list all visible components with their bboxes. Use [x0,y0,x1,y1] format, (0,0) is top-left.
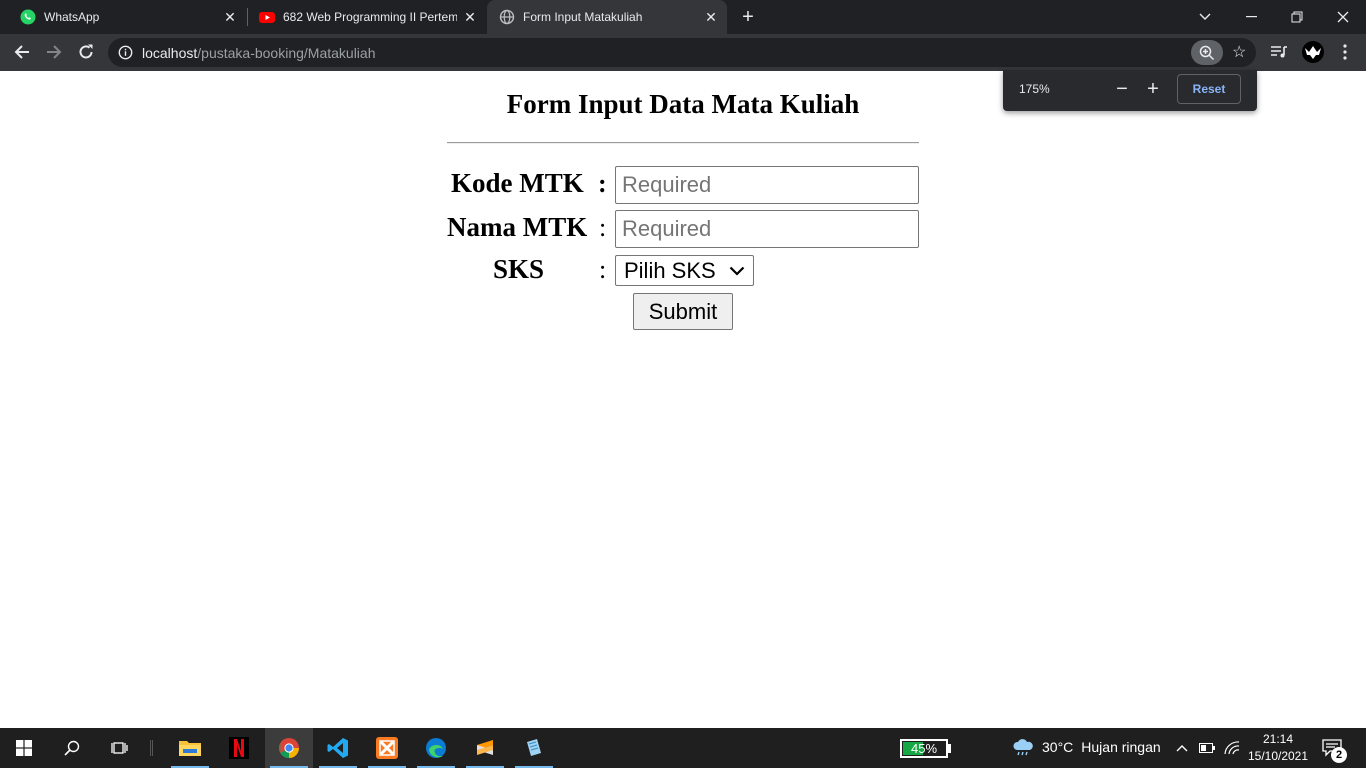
tab-title: WhatsApp [44,10,100,24]
zoom-reset-button[interactable]: Reset [1177,74,1241,104]
kode-mtk-colon: : [598,169,607,198]
close-window-button[interactable] [1320,0,1366,34]
menu-kebab-icon[interactable] [1332,39,1358,65]
forward-button[interactable] [41,39,67,65]
zoom-in-icon [1199,45,1215,60]
close-tab-icon[interactable]: ✕ [462,9,478,25]
nama-mtk-colon: : [599,213,607,242]
tab-title: 682 Web Programming II Pertemu [283,10,457,24]
task-view-icon[interactable] [96,728,144,768]
zoom-in-button[interactable]: + [1141,78,1165,102]
rain-cloud-icon [1013,739,1033,756]
windows-start-icon[interactable] [0,728,48,768]
tab-strip: WhatsApp ✕ 682 Web Programming II Pertem… [0,0,1366,34]
battery-nub [948,744,951,753]
sublime-text-icon[interactable] [461,728,509,768]
clock-date: 15/10/2021 [1247,749,1309,763]
tab-form-input[interactable]: Form Input Matakuliah ✕ [487,0,727,34]
sks-label: SKS [493,254,545,284]
weather-widget[interactable]: 30°C Hujan ringan [1012,738,1161,756]
zoom-indicator-button[interactable] [1191,40,1223,65]
weather-desc: Hujan ringan [1081,739,1161,755]
whatsapp-icon [20,9,36,25]
zoom-popup: 175% − + Reset [1003,70,1257,111]
clock-time: 21:14 [1262,732,1294,746]
tab-title: Form Input Matakuliah [523,10,643,24]
minimize-button[interactable] [1228,0,1274,34]
back-button[interactable] [9,39,35,65]
url-path: /pustaka-booking/Matakuliah [197,45,376,61]
battery-widget[interactable]: 45% [900,739,948,758]
reload-button[interactable] [73,39,99,65]
taskbar-divider [150,740,153,756]
notification-badge: 2 [1331,747,1347,763]
netflix-icon[interactable] [215,728,263,768]
vscode-icon[interactable] [314,728,362,768]
file-explorer-icon[interactable] [166,728,214,768]
divider [447,142,919,144]
weather-temp: 30°C [1042,739,1074,755]
media-control-icon[interactable] [1266,39,1292,65]
zoom-out-button[interactable]: − [1110,78,1134,102]
profile-avatar[interactable] [1300,39,1326,65]
system-clock[interactable]: 21:14 15/10/2021 [1246,731,1310,765]
address-bar[interactable]: localhost/pustaka-booking/Matakuliah ☆ [108,38,1256,67]
reload-icon [79,44,93,59]
windows-taskbar: 45% 30°C Hujan ringan 21:14 15/10/2021 2 [0,728,1366,768]
wifi-icon[interactable] [1222,738,1242,758]
youtube-icon [259,12,275,23]
tab-youtube[interactable]: 682 Web Programming II Pertemu ✕ [239,0,486,34]
search-icon[interactable] [48,728,96,768]
info-icon[interactable] [118,45,133,60]
tab-whatsapp[interactable]: WhatsApp ✕ [0,0,246,34]
url-text[interactable]: localhost/pustaka-booking/Matakuliah [142,45,376,61]
kode-mtk-label: Kode MTK [451,168,584,198]
nama-mtk-label: Nama MTK [447,212,588,242]
chevron-down-icon [729,266,745,276]
sks-select[interactable]: Pilih SKS [615,255,754,286]
kode-mtk-input[interactable] [615,166,919,204]
chrome-icon[interactable] [265,728,313,768]
globe-icon [499,9,515,25]
sks-selected-value: Pilih SKS [624,257,716,283]
chevron-up-icon[interactable] [1172,738,1192,758]
notepad-icon[interactable] [510,728,558,768]
url-host: localhost [142,45,198,61]
restore-button[interactable] [1274,0,1320,34]
arrow-right-icon [47,45,62,59]
sks-colon: : [599,255,607,284]
close-tab-icon[interactable]: ✕ [222,9,238,25]
new-tab-button[interactable]: + [737,6,759,28]
battery-icon[interactable] [1197,738,1217,758]
battery-percent: 45% [910,741,938,756]
tab-search-icon[interactable] [1182,0,1228,34]
zoom-level: 175% [1019,82,1050,96]
edge-icon[interactable] [412,728,460,768]
nama-mtk-input[interactable] [615,210,919,248]
arrow-left-icon [14,45,29,59]
xampp-icon[interactable] [363,728,411,768]
submit-button[interactable]: Submit [633,293,733,330]
notification-center-icon[interactable]: 2 [1322,737,1350,763]
bookmark-star-icon[interactable]: ☆ [1232,42,1246,62]
close-tab-icon[interactable]: ✕ [703,9,719,25]
page-content: Form Input Data Mata Kuliah Kode MTK : N… [0,71,1366,728]
browser-toolbar: localhost/pustaka-booking/Matakuliah ☆ [0,34,1366,71]
